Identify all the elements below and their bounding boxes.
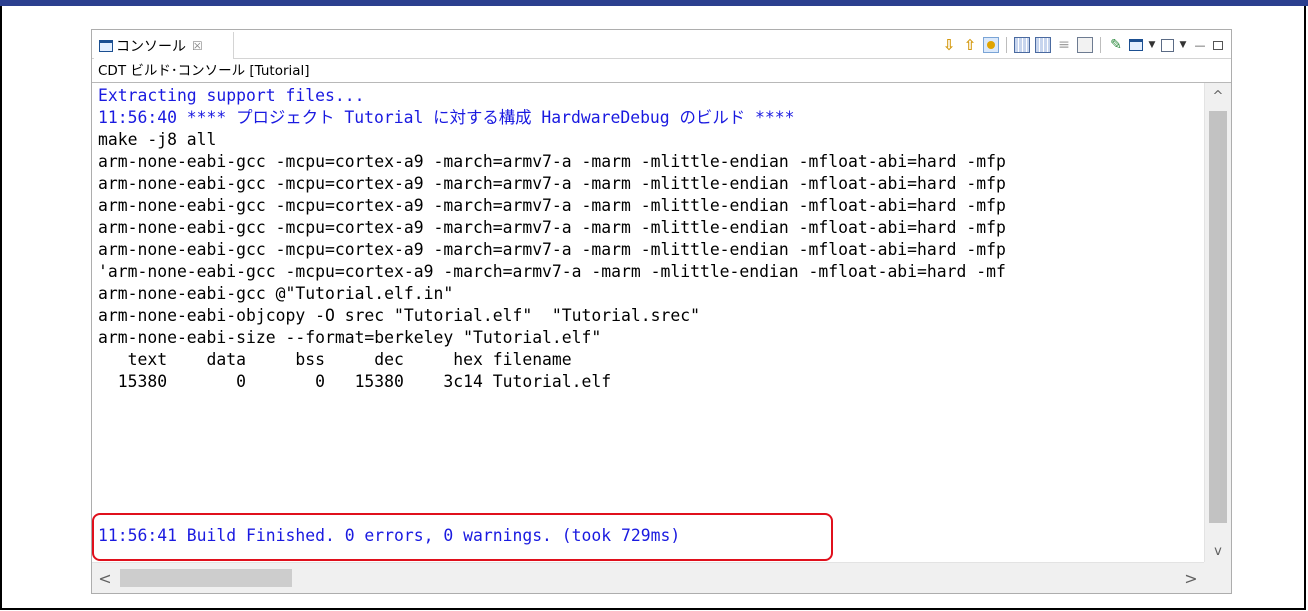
pin-console-icon[interactable]: ✎ — [1108, 37, 1124, 53]
tab-console[interactable]: コンソール ☒ — [94, 32, 234, 59]
output-line: make -j8 all — [98, 130, 217, 149]
output-line: arm-none-eabi-gcc -mcpu=cortex-a9 -march… — [98, 218, 1006, 237]
output-line: arm-none-eabi-size --format=berkeley "Tu… — [98, 328, 602, 347]
display-selected-console-icon[interactable] — [1129, 39, 1143, 51]
minimize-icon[interactable]: — — [1192, 37, 1208, 53]
open-console-icon[interactable] — [1161, 38, 1174, 52]
show-console-on-error-icon[interactable] — [1035, 37, 1051, 53]
output-line: arm-none-eabi-gcc -mcpu=cortex-a9 -march… — [98, 196, 1006, 215]
toolbar-separator — [1100, 37, 1101, 53]
view-tab-bar: コンソール ☒ ⇩ ⇧ ≡ ✎ ▼ ▼ — — [92, 30, 1231, 59]
word-wrap-icon[interactable]: ≡ — [1056, 37, 1072, 53]
maximize-icon[interactable] — [1213, 40, 1223, 50]
previous-error-icon[interactable]: ⇧ — [962, 37, 978, 53]
output-line: 11:56:40 **** プロジェクト Tutorial に対する構成 Har… — [98, 108, 795, 127]
chevron-down-icon[interactable]: ▼ — [1148, 37, 1156, 53]
output-line: arm-none-eabi-gcc -mcpu=cortex-a9 -march… — [98, 174, 1006, 193]
scroll-lock-icon[interactable] — [983, 37, 999, 53]
horizontal-scroll-thumb[interactable] — [120, 569, 292, 587]
horizontal-scrollbar[interactable]: < > — [92, 562, 1204, 593]
output-line: 'arm-none-eabi-gcc -mcpu=cortex-a9 -marc… — [98, 262, 1006, 281]
next-error-icon[interactable]: ⇩ — [941, 37, 957, 53]
scrollbar-corner — [1204, 562, 1231, 593]
scroll-down-icon[interactable]: v — [1205, 538, 1231, 564]
chevron-down-icon[interactable]: ▼ — [1179, 37, 1187, 53]
scroll-right-icon[interactable]: > — [1178, 563, 1204, 593]
output-line: text data bss dec hex filename — [98, 350, 572, 369]
output-line: arm-none-eabi-gcc -mcpu=cortex-a9 -march… — [98, 152, 1006, 171]
output-line: Extracting support files... — [98, 86, 365, 105]
close-icon[interactable]: ☒ — [192, 39, 203, 53]
tab-console-label: コンソール — [116, 38, 186, 55]
output-line: arm-none-eabi-gcc -mcpu=cortex-a9 -march… — [98, 240, 1006, 259]
console-toolbar: ⇩ ⇧ ≡ ✎ ▼ ▼ — — [941, 35, 1223, 55]
scroll-left-icon[interactable]: < — [92, 563, 118, 593]
output-line: arm-none-eabi-gcc @"Tutorial.elf.in" — [98, 284, 454, 303]
vertical-scrollbar[interactable]: ^ v — [1204, 83, 1231, 564]
clear-console-icon[interactable] — [1077, 37, 1093, 53]
console-title: CDT ビルド･コンソール [Tutorial] — [92, 59, 1231, 83]
console-icon — [99, 39, 113, 52]
output-line: 15380 0 0 15380 3c14 Tutorial.elf — [98, 372, 612, 391]
show-console-on-output-icon[interactable] — [1014, 37, 1030, 53]
scroll-up-icon[interactable]: ^ — [1205, 83, 1231, 109]
console-view: コンソール ☒ ⇩ ⇧ ≡ ✎ ▼ ▼ — CDT ビルド･コンソール [Tut… — [91, 29, 1232, 594]
console-output[interactable]: Extracting support files... 11:56:40 ***… — [92, 83, 1204, 563]
toolbar-separator — [1006, 37, 1007, 53]
output-line: arm-none-eabi-objcopy -O srec "Tutorial.… — [98, 306, 700, 325]
highlight-box — [92, 513, 833, 561]
vertical-scroll-thumb[interactable] — [1209, 111, 1227, 523]
